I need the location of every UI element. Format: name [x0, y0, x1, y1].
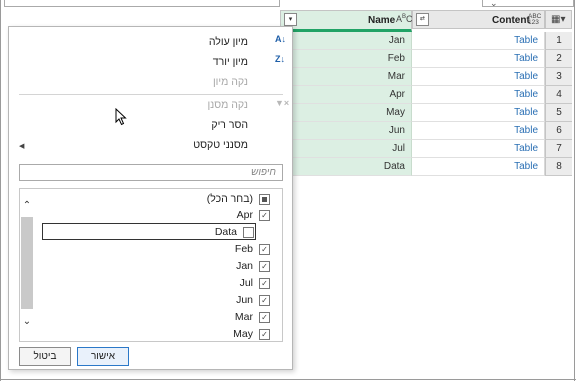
mouse-pointer-icon	[115, 108, 127, 126]
list-item[interactable]: May ✓	[233, 326, 270, 341]
list-item[interactable]: Jan ✓	[236, 258, 270, 274]
table-row: Apr Table 4	[280, 86, 572, 104]
cell-content-link[interactable]: Table	[412, 86, 545, 104]
cell-content-link[interactable]: Table	[412, 68, 545, 86]
list-item-select-all[interactable]: (בחר הכל)	[207, 191, 270, 207]
cell-name[interactable]: Apr	[280, 86, 412, 104]
column-header-name[interactable]: ▾ Name ABC	[280, 10, 413, 32]
search-input[interactable]: חיפוש	[19, 164, 283, 181]
sort-descending-icon: Z↓	[275, 54, 285, 64]
checkbox-checked[interactable]: ✓	[259, 243, 270, 255]
checkbox-checked[interactable]: ✓	[259, 328, 270, 340]
sort-ascending-icon: A↓	[275, 34, 286, 44]
cell-name[interactable]: Data	[280, 158, 412, 176]
list-item-label: Data	[214, 226, 237, 239]
row-number[interactable]: 2	[545, 50, 572, 68]
cancel-button[interactable]: ביטול	[19, 347, 71, 366]
scroll-up-arrow-icon[interactable]: ⌃	[20, 199, 34, 213]
row-number[interactable]: 1	[545, 32, 572, 50]
cell-content-link[interactable]: Table	[412, 140, 545, 158]
column-header-label: Name	[368, 15, 396, 26]
text-type-icon[interactable]: ABC	[396, 14, 413, 24]
list-item-label: (בחר הכל)	[206, 193, 253, 206]
ok-button[interactable]: אישור	[77, 347, 129, 366]
checkbox-checked[interactable]: ✓	[259, 209, 270, 221]
column-header-label: Content	[492, 15, 530, 26]
row-number[interactable]: 3	[545, 68, 572, 86]
list-item-label: Jul	[239, 277, 253, 290]
expand-column-icon[interactable]: ⇄	[416, 13, 429, 26]
table-row: Jan Table 1	[280, 32, 572, 50]
remove-empty-item[interactable]: הסר ריק	[211, 119, 248, 131]
list-item[interactable]: Feb ✓	[235, 241, 270, 257]
cell-content-link[interactable]: Table	[412, 32, 545, 50]
row-number[interactable]: 5	[545, 104, 572, 122]
text-filters-item[interactable]: מסנני טקסט	[193, 139, 248, 151]
sort-ascending-item[interactable]: מיון עולה	[209, 36, 248, 48]
list-item[interactable]: Apr ✓	[237, 207, 270, 223]
any-type-icon[interactable]: ABC 123	[528, 13, 541, 26]
cell-content-link[interactable]: Table	[412, 104, 545, 122]
list-item-label: Feb	[234, 243, 253, 256]
cell-name[interactable]: Mar	[280, 68, 412, 86]
table-row: May Table 5	[280, 104, 572, 122]
row-number[interactable]: 6	[545, 122, 572, 140]
checkbox-unchecked[interactable]	[243, 226, 254, 238]
row-number[interactable]: 7	[545, 140, 572, 158]
clear-sort-item[interactable]: נקה מיון	[213, 76, 248, 88]
menu-separator	[19, 94, 283, 95]
list-item[interactable]: Jul ✓	[240, 275, 270, 291]
row-number[interactable]: 8	[545, 158, 572, 176]
list-item-label: Mar	[234, 311, 253, 324]
list-item[interactable]: Mar ✓	[235, 309, 270, 325]
window-frame-right	[574, 0, 575, 381]
cell-content-link[interactable]: Table	[412, 158, 545, 176]
window-frame-left	[0, 0, 1, 381]
list-item-label: Apr	[236, 209, 253, 222]
cell-name[interactable]: May	[280, 104, 412, 122]
list-item[interactable]: Jun ✓	[236, 292, 270, 308]
clear-filter-icon: ▼×	[275, 98, 290, 108]
checkbox-checked[interactable]: ✓	[259, 277, 270, 289]
cell-name[interactable]: Jan	[280, 32, 412, 50]
filter-dropdown-panel: A↓ מיון עולה Z↓ מיון יורד נקה מיון ▼× נק…	[8, 26, 293, 370]
table-menu-corner[interactable]: ▦▾	[545, 10, 572, 29]
column-header-content[interactable]: ⇄ Content ABC 123	[412, 10, 545, 29]
list-item-label: Jan	[236, 260, 253, 273]
cell-content-link[interactable]: Table	[412, 50, 545, 68]
checkbox-checked[interactable]: ✓	[259, 311, 270, 323]
formula-bar[interactable]	[4, 0, 280, 7]
table-row: Mar Table 3	[280, 68, 572, 86]
list-item-label: May	[233, 328, 253, 341]
list-item[interactable]: Data	[42, 223, 256, 240]
window-frame-bottom	[0, 379, 576, 380]
row-number[interactable]: 4	[545, 86, 572, 104]
table-row: Feb Table 2	[280, 50, 572, 68]
table-row: Data Table 8	[280, 158, 572, 176]
submenu-arrow-icon: ◀	[19, 143, 25, 150]
cell-name[interactable]: Jun	[280, 122, 412, 140]
table-row: Jun Table 6	[280, 122, 572, 140]
cell-name[interactable]: Jul	[280, 140, 412, 158]
select-all-checkbox[interactable]	[259, 193, 270, 205]
cell-content-link[interactable]: Table	[412, 122, 545, 140]
filter-dropdown-button[interactable]: ▾	[284, 13, 297, 26]
cell-name[interactable]: Feb	[280, 50, 412, 68]
table-row: Jul Table 7	[280, 140, 572, 158]
checkbox-checked[interactable]: ✓	[259, 294, 270, 306]
sort-descending-item[interactable]: מיון יורד	[213, 56, 248, 68]
scroll-down-arrow-icon[interactable]: ⌄	[20, 315, 34, 329]
clear-filter-item[interactable]: נקה מסנן	[207, 99, 248, 111]
chevron-down-icon[interactable]: ⌄	[490, 0, 498, 9]
checkbox-checked[interactable]: ✓	[259, 260, 270, 272]
list-item-label: Jun	[236, 294, 253, 307]
table-icon[interactable]: ▦▾	[551, 14, 565, 25]
scrollbar-thumb[interactable]	[21, 217, 33, 309]
filter-values-list[interactable]: ⌃ ⌄ (בחר הכל) Apr ✓ Data Feb ✓ Jan ✓ Jul ✓ J…	[19, 188, 283, 342]
